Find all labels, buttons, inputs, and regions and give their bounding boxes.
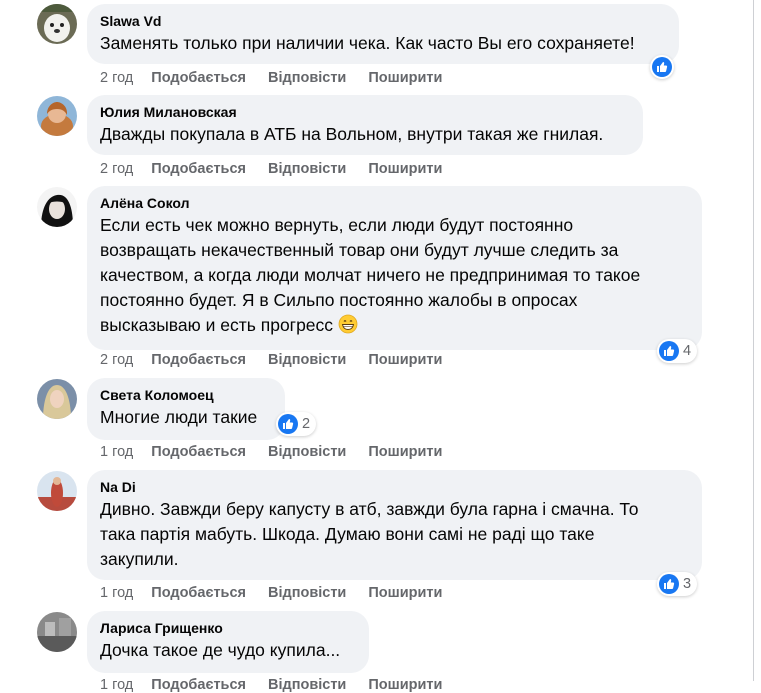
avatar[interactable] <box>37 379 77 419</box>
like-icon <box>652 57 672 77</box>
like-button[interactable]: Подобається <box>151 444 246 460</box>
comment-bubble: Na Di Дивно. Завжди беру капусту в атб, … <box>87 470 702 580</box>
like-button[interactable]: Подобається <box>151 70 246 86</box>
comment-bubble: Slawa Vd Заменять только при наличии чек… <box>87 4 679 64</box>
comment-actions: 2 год Подобається Відповісти Поширити <box>100 70 464 86</box>
reply-button[interactable]: Відповісти <box>268 444 346 460</box>
reaction-summary[interactable]: 4 <box>657 339 698 363</box>
comment-actions: 1 год Подобається Відповісти Поширити <box>100 585 464 601</box>
comment-author[interactable]: Лариса Грищенко <box>100 619 357 637</box>
comment-author[interactable]: Юлия Милановская <box>100 103 631 121</box>
reply-button[interactable]: Відповісти <box>268 161 346 177</box>
comment-text: Заменять только при наличии чека. Как ча… <box>100 33 635 53</box>
comment-text: Многие люди такие <box>100 407 258 427</box>
like-button[interactable]: Подобається <box>151 352 246 368</box>
avatar[interactable] <box>37 612 77 652</box>
reply-button[interactable]: Відповісти <box>268 677 346 693</box>
avatar[interactable] <box>37 187 77 227</box>
reaction-summary[interactable]: 3 <box>657 572 698 596</box>
comment-timestamp[interactable]: 1 год <box>100 677 133 693</box>
comment-bubble: Алёна Сокол Если есть чек можно вернуть,… <box>87 186 702 350</box>
comment-text: Дочка такое де чудо купила... <box>100 640 341 660</box>
comment-actions: 1 год Подобається Відповісти Поширити <box>100 677 464 693</box>
share-button[interactable]: Поширити <box>368 585 442 601</box>
reaction-summary[interactable]: 2 <box>276 412 317 436</box>
share-button[interactable]: Поширити <box>368 352 442 368</box>
reaction-count: 4 <box>683 343 692 359</box>
reply-button[interactable]: Відповісти <box>268 352 346 368</box>
comment-bubble: Лариса Грищенко Дочка такое де чудо купи… <box>87 611 369 673</box>
reply-button[interactable]: Відповісти <box>268 70 346 86</box>
comment-text: Дважды покупала в АТБ на Вольном, внутри… <box>100 124 604 144</box>
comment-author[interactable]: Алёна Сокол <box>100 194 690 212</box>
comment-actions: 1 год Подобається Відповісти Поширити <box>100 444 464 460</box>
comment-timestamp[interactable]: 2 год <box>100 352 133 368</box>
comment-actions: 2 год Подобається Відповісти Поширити <box>100 161 464 177</box>
grinning-face-emoji <box>338 314 358 334</box>
comment-author[interactable]: Света Коломоец <box>100 386 273 404</box>
comment-author[interactable]: Na Di <box>100 478 690 496</box>
like-icon <box>659 341 679 361</box>
comment-timestamp[interactable]: 1 год <box>100 585 133 601</box>
comment-bubble: Юлия Милановская Дважды покупала в АТБ н… <box>87 95 643 155</box>
share-button[interactable]: Поширити <box>368 677 442 693</box>
reply-button[interactable]: Відповісти <box>268 585 346 601</box>
feed-right-border <box>753 0 754 681</box>
comment-author[interactable]: Slawa Vd <box>100 12 667 30</box>
like-icon <box>659 574 679 594</box>
share-button[interactable]: Поширити <box>368 444 442 460</box>
like-icon <box>278 414 298 434</box>
like-button[interactable]: Подобається <box>151 585 246 601</box>
comment-timestamp[interactable]: 1 год <box>100 444 133 460</box>
share-button[interactable]: Поширити <box>368 161 442 177</box>
comment-text: Дивно. Завжди беру капусту в атб, завжди… <box>100 499 639 569</box>
reaction-summary[interactable] <box>650 55 674 79</box>
comment-timestamp[interactable]: 2 год <box>100 161 133 177</box>
avatar[interactable] <box>37 4 77 44</box>
share-button[interactable]: Поширити <box>368 70 442 86</box>
reaction-count: 3 <box>683 576 692 592</box>
comment-text: Если есть чек можно вернуть, если люди б… <box>100 215 641 335</box>
like-button[interactable]: Подобається <box>151 161 246 177</box>
comment-actions: 2 год Подобається Відповісти Поширити <box>100 352 464 368</box>
comment-bubble: Света Коломоец Многие люди такие <box>87 378 285 440</box>
avatar[interactable] <box>37 96 77 136</box>
avatar[interactable] <box>37 471 77 511</box>
comment-timestamp[interactable]: 2 год <box>100 70 133 86</box>
reaction-count: 2 <box>302 416 311 432</box>
like-button[interactable]: Подобається <box>151 677 246 693</box>
